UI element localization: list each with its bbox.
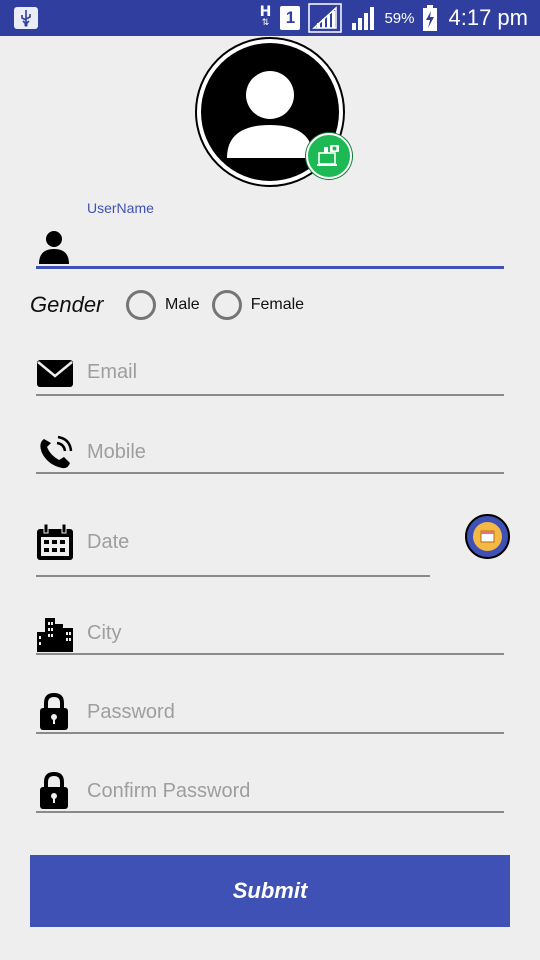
gender-selector: Gender Male Female <box>30 289 304 321</box>
confirm-password-field[interactable]: Confirm Password <box>36 770 504 816</box>
mobile-placeholder: Mobile <box>87 441 146 463</box>
lock-icon <box>40 692 68 730</box>
camera-icon <box>317 145 339 166</box>
calendar-small-icon <box>473 522 502 551</box>
phone-icon <box>40 435 73 469</box>
date-picker-button[interactable] <box>465 514 510 559</box>
change-photo-button[interactable] <box>306 133 352 179</box>
date-field[interactable]: Date <box>36 521 430 579</box>
battery-percent: 59% <box>384 9 415 27</box>
signal-strength-icon-2 <box>352 7 375 30</box>
battery-charging-icon <box>422 5 437 31</box>
username-field[interactable] <box>36 222 504 270</box>
password-placeholder: Password <box>87 701 175 723</box>
password-field[interactable]: Password <box>36 691 504 737</box>
gender-female-label[interactable]: Female <box>251 296 304 314</box>
signal-strength-icon <box>308 3 343 33</box>
gender-male-label[interactable]: Male <box>165 296 200 314</box>
date-placeholder: Date <box>87 531 130 553</box>
gender-female-radio[interactable] <box>211 290 242 320</box>
city-icon <box>37 618 73 652</box>
calendar-icon <box>37 523 73 560</box>
status-bar: H ⇅ 1 59% 4:17 pm <box>0 0 540 36</box>
email-placeholder: Email <box>87 361 138 383</box>
usb-icon <box>14 7 38 29</box>
confirm-password-placeholder: Confirm Password <box>87 780 251 802</box>
sim-slot-indicator: 1 <box>280 6 301 30</box>
gender-label: Gender <box>30 292 104 317</box>
mobile-field[interactable]: Mobile <box>36 431 504 477</box>
email-field[interactable]: Email <box>36 352 504 398</box>
submit-button[interactable]: Submit <box>30 855 510 927</box>
email-icon <box>37 360 73 387</box>
clock: 4:17 pm <box>448 5 529 30</box>
city-field[interactable]: City <box>36 612 504 658</box>
network-type-indicator: H ⇅ <box>259 4 272 28</box>
gender-male-radio[interactable] <box>126 290 156 320</box>
user-icon <box>39 231 69 264</box>
lock-icon <box>40 771 68 809</box>
username-label: UserName <box>87 200 154 216</box>
city-placeholder: City <box>87 622 122 644</box>
